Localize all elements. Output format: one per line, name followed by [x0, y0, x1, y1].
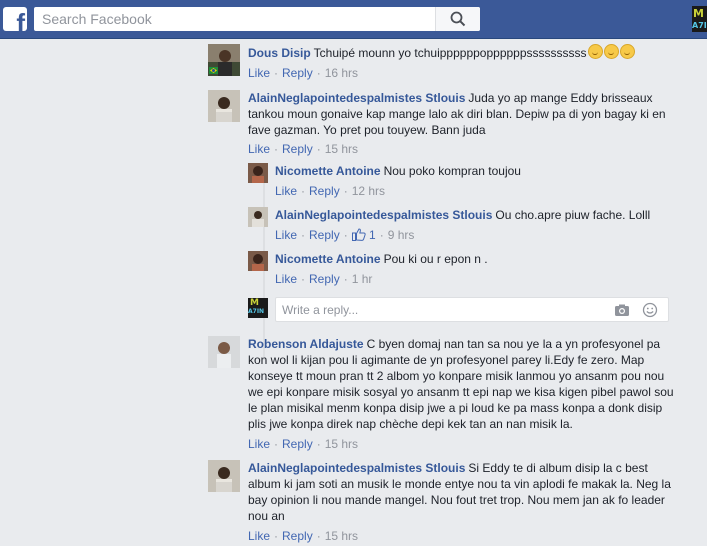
search-box	[34, 7, 480, 31]
like-count-value: 1	[369, 228, 376, 242]
comment-author[interactable]: AlainNeglapointedespalmistes Stlouis	[275, 208, 492, 222]
like-button[interactable]: Like	[248, 66, 270, 80]
comment-actions: Like · Reply · 16 hrs	[248, 66, 359, 80]
reply-button[interactable]: Reply	[282, 529, 313, 543]
avatar-image	[248, 251, 268, 271]
current-user-avatar-text: A7IN	[248, 308, 265, 315]
comment-actions: Like · Reply · 15 hrs	[248, 142, 359, 156]
avatar-image	[208, 44, 240, 76]
grinning-emoji-icon	[587, 44, 603, 59]
reply-button[interactable]: Reply	[282, 142, 313, 156]
comment-text: Tchuipé mounn yo tchuippppppoppppppsssss…	[313, 46, 587, 60]
like-button[interactable]: Like	[275, 272, 297, 286]
avatar[interactable]	[208, 90, 240, 122]
avatar[interactable]	[208, 460, 240, 492]
comment-timestamp[interactable]: 16 hrs	[325, 66, 358, 80]
reply-input[interactable]	[276, 298, 602, 321]
avatar[interactable]	[248, 163, 268, 183]
comment-text: Pou ki ou r epon n .	[383, 252, 488, 266]
avatar[interactable]	[208, 336, 240, 368]
comment-text: Ou cho.apre piuw fache. Lolll	[495, 208, 651, 222]
comment-author[interactable]: Nicomette Antoine	[275, 252, 381, 266]
comment-timestamp[interactable]: 15 hrs	[325, 437, 358, 451]
facebook-logo[interactable]: f	[3, 7, 27, 31]
like-button[interactable]: Like	[248, 437, 270, 451]
like-button[interactable]: Like	[248, 142, 270, 156]
comment-text: C byen domaj nan tan sa nou ye la a yn p…	[248, 337, 674, 431]
comment-author[interactable]: AlainNeglapointedespalmistes Stlouis	[248, 461, 465, 475]
comment-timestamp[interactable]: 1 hr	[352, 272, 373, 286]
current-user-avatar[interactable]: M A7IN	[248, 298, 268, 318]
top-navigation-bar: f M A7IN	[0, 0, 707, 39]
like-button[interactable]: Like	[275, 228, 297, 242]
avatar-image	[248, 207, 268, 227]
comment-author[interactable]: Robenson Aldajuste	[248, 337, 364, 351]
search-button[interactable]	[435, 7, 480, 31]
comment-author[interactable]: Nicomette Antoine	[275, 164, 381, 178]
comments-feed: Dous Disip Tchuipé mounn yo tchuippppppop…	[0, 38, 707, 546]
reply-button[interactable]: Reply	[282, 437, 313, 451]
reply-composer	[275, 297, 669, 322]
comment-author[interactable]: AlainNeglapointedespalmistes Stlouis	[248, 91, 465, 105]
search-input[interactable]	[34, 7, 437, 31]
avatar-image	[208, 90, 240, 122]
comment-actions: Like · Reply · 1 · 9 hrs	[275, 228, 415, 242]
like-count[interactable]: 1	[351, 228, 376, 242]
comment-timestamp[interactable]: 9 hrs	[388, 228, 415, 242]
avatar-image	[208, 460, 240, 492]
avatar[interactable]	[248, 207, 268, 227]
like-button[interactable]: Like	[248, 529, 270, 543]
comment-timestamp[interactable]: 12 hrs	[352, 184, 385, 198]
search-icon	[450, 11, 466, 27]
camera-icon[interactable]	[614, 302, 630, 318]
page-thumbnail-text: A7IN	[692, 21, 707, 30]
facebook-logo-letter: f	[16, 8, 25, 31]
emoji-smiley-icon[interactable]	[642, 302, 658, 318]
comment-text: Nou poko kompran toujou	[383, 164, 521, 178]
avatar-image	[208, 336, 240, 368]
comment-timestamp[interactable]: 15 hrs	[325, 529, 358, 543]
avatar-image	[248, 163, 268, 183]
grinning-emoji-icon	[603, 44, 619, 59]
grinning-emoji-icon	[619, 44, 635, 59]
comment-actions: Like · Reply · 15 hrs	[248, 437, 359, 451]
page-thumbnail-letter: M	[693, 7, 704, 20]
reply-button[interactable]: Reply	[309, 272, 340, 286]
comment-actions: Like · Reply · 1 hr	[275, 272, 373, 286]
comment-actions: Like · Reply · 15 hrs	[248, 529, 359, 543]
comment-timestamp[interactable]: 15 hrs	[325, 142, 358, 156]
reply-button[interactable]: Reply	[309, 184, 340, 198]
comment-author[interactable]: Dous Disip	[248, 46, 311, 60]
current-user-avatar-letter: M	[250, 298, 259, 308]
avatar[interactable]	[208, 44, 240, 76]
reply-button[interactable]: Reply	[282, 66, 313, 80]
page-thumbnail[interactable]: M A7IN	[692, 6, 707, 32]
comment-actions: Like · Reply · 12 hrs	[275, 184, 386, 198]
reply-button[interactable]: Reply	[309, 228, 340, 242]
thumbs-up-icon	[351, 228, 366, 241]
like-button[interactable]: Like	[275, 184, 297, 198]
avatar[interactable]	[248, 251, 268, 271]
